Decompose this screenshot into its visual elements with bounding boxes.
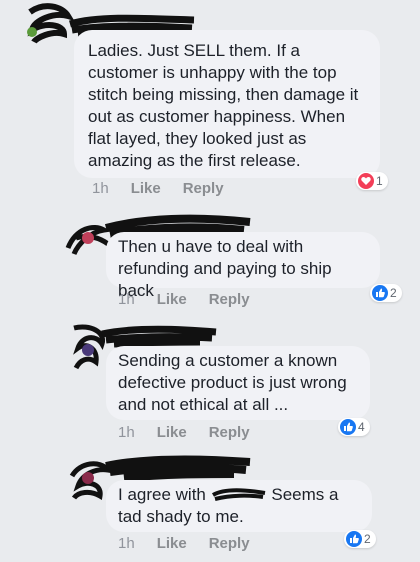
comment-actions: 1h Like Reply bbox=[92, 180, 224, 197]
comment-text: Sending a customer a known defective pro… bbox=[118, 351, 347, 414]
timestamp: 1h bbox=[118, 424, 135, 441]
like-button[interactable]: Like bbox=[131, 180, 161, 197]
mention-redacted bbox=[211, 488, 265, 501]
thumbs-up-icon bbox=[340, 419, 356, 435]
reaction-count: 2 bbox=[390, 286, 397, 300]
like-button[interactable]: Like bbox=[157, 535, 187, 552]
reaction-badge[interactable]: 1 bbox=[356, 172, 388, 190]
timestamp: 1h bbox=[118, 535, 135, 552]
reaction-count: 1 bbox=[376, 174, 383, 188]
comment-bubble: Sending a customer a known defective pro… bbox=[106, 346, 370, 420]
reaction-count: 2 bbox=[364, 532, 371, 546]
reaction-badge[interactable]: 2 bbox=[370, 284, 402, 302]
comment-actions: 1h Like Reply bbox=[118, 424, 250, 441]
reply-button[interactable]: Reply bbox=[209, 291, 250, 308]
timestamp: 1h bbox=[92, 180, 109, 197]
comment-bubble: Ladies. Just SELL them. If a customer is… bbox=[74, 30, 380, 178]
reply-button[interactable]: Reply bbox=[209, 424, 250, 441]
reaction-count: 4 bbox=[358, 420, 365, 434]
comment-text-before: I agree with bbox=[118, 485, 206, 504]
reply-button[interactable]: Reply bbox=[183, 180, 224, 197]
reaction-badge[interactable]: 2 bbox=[344, 530, 376, 548]
comment-bubble: Then u have to deal with refunding and p… bbox=[106, 232, 380, 300]
like-button[interactable]: Like bbox=[157, 291, 187, 308]
reply-button[interactable]: Reply bbox=[209, 535, 250, 552]
reaction-badge[interactable]: 4 bbox=[338, 418, 370, 436]
thumbs-up-icon bbox=[372, 285, 388, 301]
timestamp: 1h bbox=[118, 291, 135, 308]
heart-icon bbox=[358, 173, 374, 189]
comment-bubble: I agree with Seems a tad shady to me. bbox=[106, 480, 372, 532]
comment-actions: 1h Like Reply bbox=[118, 291, 250, 308]
thumbs-up-icon bbox=[346, 531, 362, 547]
like-button[interactable]: Like bbox=[157, 424, 187, 441]
comment-text: Ladies. Just SELL them. If a customer is… bbox=[88, 41, 359, 170]
avatar-redacted bbox=[27, 3, 74, 44]
comment-actions: 1h Like Reply bbox=[118, 535, 250, 552]
